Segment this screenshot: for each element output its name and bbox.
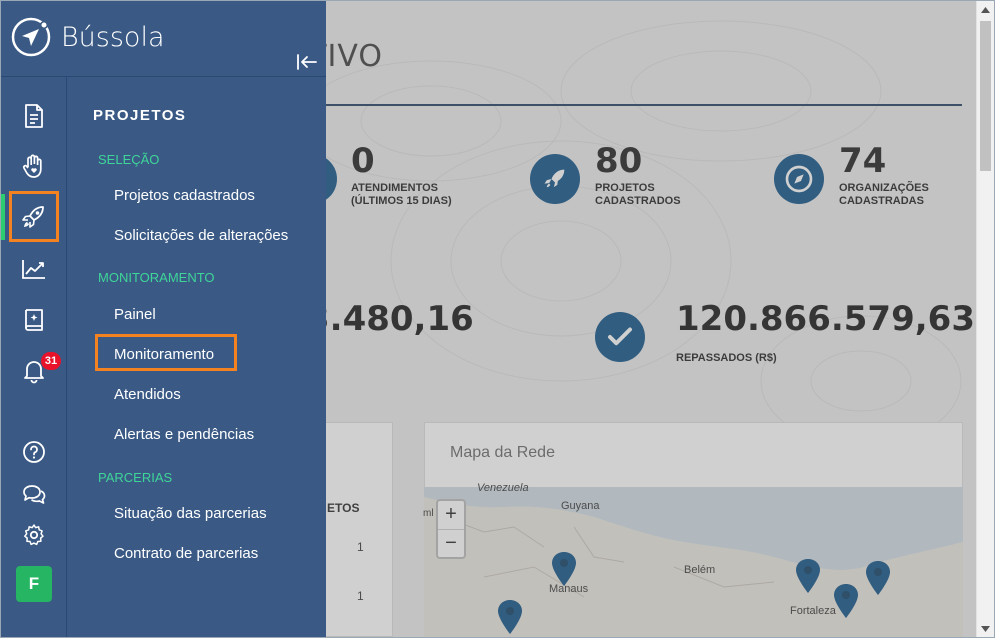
rail-document-icon[interactable] (16, 98, 52, 134)
menu-heading: PROJETOS (93, 107, 187, 124)
sidebar: Bússola 31 F PROJETOS SELEÇÃO Projetos c… (1, 1, 326, 637)
rail-trending-chart-icon[interactable] (16, 251, 52, 287)
menu-item-monitoramento[interactable]: Monitoramento (114, 346, 214, 363)
compass-logo-icon (11, 17, 51, 57)
user-avatar[interactable]: F (16, 566, 52, 602)
rail-rocket-icon[interactable] (16, 199, 52, 235)
rail-book-icon[interactable] (16, 302, 52, 338)
menu-item-contrato-parcerias[interactable]: Contrato de parcerias (114, 545, 258, 562)
menu-item-atendidos[interactable]: Atendidos (114, 386, 181, 403)
scroll-thumb[interactable] (980, 21, 991, 171)
menu-item-situacao-parcerias[interactable]: Situação das parcerias (114, 505, 267, 522)
rail-help-icon[interactable] (16, 434, 52, 470)
active-indicator (1, 194, 5, 240)
rail-chat-icon[interactable] (16, 476, 52, 512)
rail-hand-heart-icon[interactable] (16, 148, 52, 184)
notification-badge: 31 (41, 352, 61, 370)
rail-settings-icon[interactable] (16, 517, 52, 553)
menu-item-solicitacoes-alteracoes[interactable]: Solicitações de alterações (114, 227, 288, 244)
scroll-down-icon[interactable] (977, 620, 994, 637)
collapse-sidebar-icon[interactable] (296, 53, 318, 71)
brand-name: Bússola (61, 21, 165, 53)
section-parcerias: PARCERIAS (98, 470, 173, 485)
vertical-scrollbar[interactable] (976, 1, 994, 637)
sidebar-divider (1, 76, 326, 77)
brand-logo[interactable]: Bússola (11, 17, 165, 57)
section-selecao: SELEÇÃO (98, 152, 160, 167)
menu-item-alertas-pendencias[interactable]: Alertas e pendências (114, 426, 254, 443)
menu-item-projetos-cadastrados[interactable]: Projetos cadastrados (114, 187, 255, 204)
menu-item-painel[interactable]: Painel (114, 306, 156, 323)
scroll-up-icon[interactable] (977, 1, 994, 18)
section-monitoramento: MONITORAMENTO (98, 270, 215, 285)
rail-divider (66, 76, 67, 637)
